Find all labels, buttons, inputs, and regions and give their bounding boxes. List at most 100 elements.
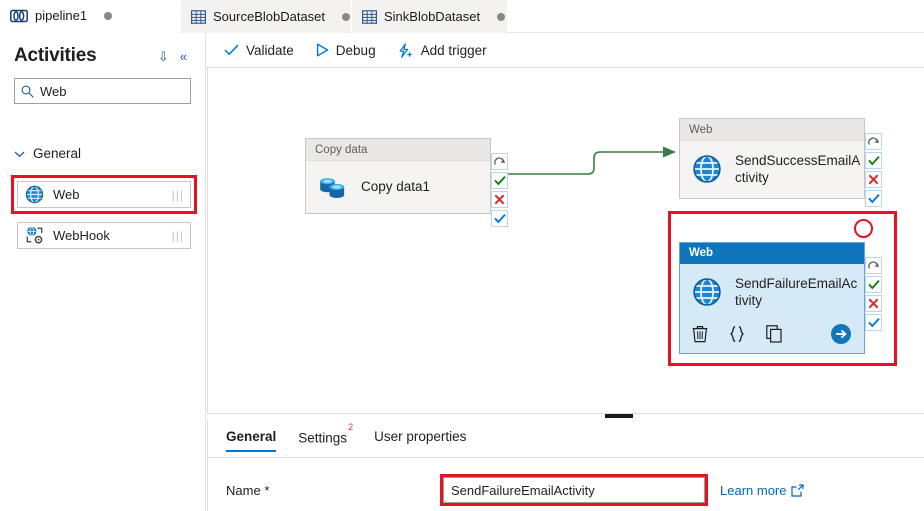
tab-dirty-dot[interactable] xyxy=(104,11,113,20)
validate-button[interactable]: Validate xyxy=(224,43,294,58)
node-header: Web xyxy=(680,243,864,264)
failure-icon xyxy=(868,174,879,185)
node-send-success-email[interactable]: Web SendSuccessEmailA ctivity xyxy=(679,118,882,207)
webhook-icon xyxy=(26,226,43,244)
debug-label: Debug xyxy=(335,42,376,58)
tab-sinkblobdataset[interactable]: SinkBlobDataset xyxy=(352,0,507,33)
sidebar-item-label: Web xyxy=(53,187,80,202)
name-field-wrapper xyxy=(440,474,708,506)
success-port[interactable] xyxy=(865,152,882,169)
sidebar-header: Activities ⇩ « xyxy=(14,45,197,67)
adf-pipeline-editor: pipeline1 SourceBlobDataset SinkBlobData… xyxy=(0,0,924,511)
sidebar-group-label: General xyxy=(33,146,82,161)
failure-port[interactable] xyxy=(865,171,882,188)
failure-port[interactable] xyxy=(491,191,508,208)
editor-tab-strip: pipeline1 SourceBlobDataset SinkBlobData… xyxy=(0,0,924,33)
search-input[interactable]: Web xyxy=(14,78,191,104)
tab-label: pipeline1 xyxy=(35,8,88,23)
success-port[interactable] xyxy=(491,172,508,189)
node-name: SendSuccessEmailA ctivity xyxy=(735,153,861,186)
play-outline-icon xyxy=(316,43,329,57)
node-copy-data[interactable]: Copy data Copy data1 xyxy=(305,138,508,227)
clone-icon[interactable] xyxy=(766,324,783,343)
completion-port[interactable] xyxy=(865,314,882,331)
tab-dirty-dot[interactable] xyxy=(497,12,506,21)
delete-icon[interactable] xyxy=(692,325,708,343)
pipeline-canvas[interactable]: Copy data Copy data1 Web SendSuccessEmai… xyxy=(207,68,924,413)
retry-icon xyxy=(493,157,505,165)
retry-port[interactable] xyxy=(865,133,882,150)
run-icon[interactable] xyxy=(830,323,852,345)
name-form-row: Name * Learn more xyxy=(226,474,916,506)
tab-settings[interactable]: Settings2 xyxy=(298,422,353,454)
sidebar-title: Activities xyxy=(14,45,97,66)
node-output-ports xyxy=(865,257,882,331)
chevron-double-left-icon[interactable]: « xyxy=(180,50,187,63)
tab-general-label: General xyxy=(226,429,277,444)
completion-port[interactable] xyxy=(865,190,882,207)
drag-handle-icon[interactable]: ||| xyxy=(172,229,184,243)
sidebar-group-general[interactable]: General xyxy=(14,146,81,161)
failure-icon xyxy=(868,298,879,309)
learn-more-link[interactable]: Learn more xyxy=(720,483,805,498)
validate-label: Validate xyxy=(246,42,294,58)
table-icon xyxy=(362,9,377,24)
sidebar-item-web[interactable]: Web ||| xyxy=(17,181,191,208)
tab-pipeline1[interactable]: pipeline1 xyxy=(0,0,180,33)
required-marker: * xyxy=(264,482,270,498)
search-value: Web xyxy=(40,83,67,99)
splitter-grabber[interactable] xyxy=(605,414,633,418)
node-output-ports xyxy=(491,153,508,227)
lightning-plus-icon xyxy=(399,42,412,58)
completion-icon xyxy=(867,193,880,204)
failure-icon xyxy=(494,194,505,205)
sidebar-item-label: WebHook xyxy=(53,228,110,243)
success-icon xyxy=(867,155,880,166)
tab-label: SinkBlobDataset xyxy=(384,9,481,24)
tab-user-properties-label: User properties xyxy=(374,429,467,444)
node-content: SendSuccessEmailA ctivity xyxy=(680,141,864,198)
tab-sourceblobdataset[interactable]: SourceBlobDataset xyxy=(181,0,351,33)
sidebar-item-webhook[interactable]: WebHook ||| xyxy=(17,222,191,249)
annotation-circle xyxy=(854,219,873,238)
code-icon[interactable] xyxy=(728,325,746,343)
globe-icon xyxy=(25,185,44,204)
chevron-down-icon xyxy=(14,151,25,157)
completion-port[interactable] xyxy=(491,210,508,227)
tab-user-properties[interactable]: User properties xyxy=(374,429,466,452)
retry-icon xyxy=(867,137,879,145)
completion-icon xyxy=(867,317,880,328)
settings-error-badge: 2 xyxy=(348,422,354,432)
node-content: SendFailureEmailAc tivity xyxy=(680,264,864,321)
node-body: Web SendFailureEmailAc tivity xyxy=(679,242,865,354)
node-output-ports xyxy=(865,133,882,207)
tab-dirty-dot[interactable] xyxy=(342,12,351,21)
tab-label: SourceBlobDataset xyxy=(213,9,326,24)
retry-icon xyxy=(867,261,879,269)
debug-button[interactable]: Debug xyxy=(316,43,376,58)
name-label-text: Name xyxy=(226,482,261,498)
node-header: Web xyxy=(680,119,864,141)
name-label: Name * xyxy=(226,483,443,498)
tab-general[interactable]: General xyxy=(226,429,277,452)
add-trigger-button[interactable]: Add trigger xyxy=(398,43,487,58)
retry-port[interactable] xyxy=(865,257,882,274)
properties-tab-rule xyxy=(208,457,924,458)
tab-settings-label: Settings xyxy=(298,430,348,446)
add-trigger-label: Add trigger xyxy=(420,42,487,58)
node-body: Web SendSuccessEmailA ctivity xyxy=(679,118,865,199)
activities-sidebar: Activities ⇩ « Web General Web ||| WebHo… xyxy=(0,33,206,511)
node-content: Copy data1 xyxy=(306,161,490,213)
activity-properties-panel: General Settings2 User properties Name *… xyxy=(207,419,924,511)
success-port[interactable] xyxy=(865,276,882,293)
pipeline-command-bar: Validate Debug Add trigger xyxy=(206,33,924,68)
retry-port[interactable] xyxy=(491,153,508,170)
drag-handle-icon[interactable]: ||| xyxy=(172,188,184,202)
failure-port[interactable] xyxy=(865,295,882,312)
completion-icon xyxy=(493,213,506,224)
node-send-failure-email[interactable]: Web SendFailureEmailAc tivity xyxy=(679,242,882,354)
chevron-double-down-icon[interactable]: ⇩ xyxy=(158,50,169,63)
properties-tab-list: General Settings2 User properties xyxy=(226,422,466,454)
name-input[interactable] xyxy=(443,477,705,503)
node-name: Copy data1 xyxy=(361,179,431,195)
